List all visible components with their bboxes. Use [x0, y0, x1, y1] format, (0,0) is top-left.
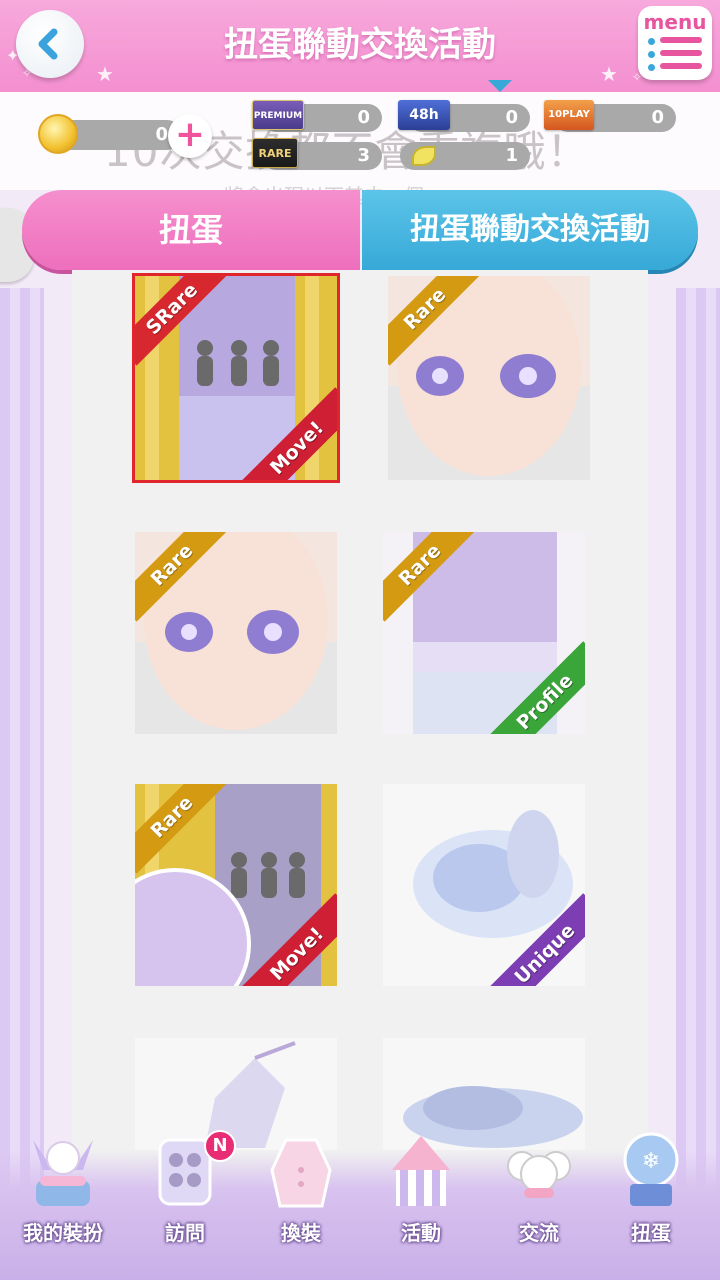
- nav-label: 交流: [519, 1221, 559, 1245]
- tab-collab-exchange[interactable]: 扭蛋聯動交換活動: [362, 190, 698, 270]
- friends-icon: [507, 1151, 571, 1198]
- tab-gacha[interactable]: 扭蛋: [22, 190, 360, 270]
- nav-gacha[interactable]: ❄ 扭蛋: [596, 1130, 706, 1260]
- new-notification-badge: N: [204, 1130, 236, 1162]
- gacha-item-1[interactable]: SRare Move!: [132, 273, 340, 483]
- nav-social[interactable]: 交流: [484, 1130, 594, 1260]
- rare-ticket-icon: RARE: [252, 138, 298, 168]
- nav-label: 訪問: [165, 1221, 205, 1245]
- menu-dot-icon: [648, 64, 655, 71]
- tent-icon: [392, 1136, 450, 1206]
- menu-label: menu: [643, 10, 707, 34]
- nav-label: 扭蛋: [631, 1221, 671, 1245]
- 48h-ticket-icon: 48h: [398, 100, 450, 130]
- nav-label: 我的裝扮: [23, 1221, 103, 1245]
- gacha-item-3[interactable]: Rare: [135, 532, 337, 734]
- gacha-item-5[interactable]: Rare Move!: [135, 784, 337, 986]
- premium-ticket-icon: PREMIUM: [252, 100, 304, 130]
- menu-dot-icon: [648, 38, 655, 45]
- tab-bar: 扭蛋 扭蛋聯動交換活動: [22, 190, 698, 270]
- nav-dress-up[interactable]: 換裝: [246, 1130, 356, 1260]
- gacha-machine-icon: ❄: [623, 1132, 679, 1206]
- menu-dot-icon: [648, 51, 655, 58]
- gacha-item-2[interactable]: Rare: [388, 276, 590, 480]
- menu-line-icon: [660, 50, 702, 56]
- menu-line-icon: [660, 63, 702, 69]
- add-coins-button[interactable]: +: [168, 114, 212, 158]
- snowman-closet-icon: [33, 1140, 93, 1206]
- active-tab-pointer: [488, 80, 512, 92]
- back-button[interactable]: [16, 10, 84, 78]
- menu-button[interactable]: menu: [638, 6, 712, 80]
- back-arrow-icon: [38, 28, 58, 60]
- gacha-item-4[interactable]: Rare Profile: [383, 532, 585, 734]
- 10play-ticket-icon: 10PLAY: [544, 100, 594, 130]
- dress-icon: [270, 1138, 332, 1208]
- coin-icon: [38, 114, 78, 154]
- gacha-item-6[interactable]: Unique: [383, 784, 585, 986]
- svg-text:❄: ❄: [642, 1149, 660, 1174]
- nav-events[interactable]: 活動: [366, 1130, 476, 1260]
- nav-my-outfit[interactable]: 我的裝扮: [8, 1130, 118, 1260]
- page-title: 扭蛋聯動交換活動: [224, 25, 496, 65]
- menu-line-icon: [660, 37, 702, 43]
- nav-label: 活動: [401, 1221, 441, 1245]
- nav-label: 換裝: [281, 1221, 321, 1245]
